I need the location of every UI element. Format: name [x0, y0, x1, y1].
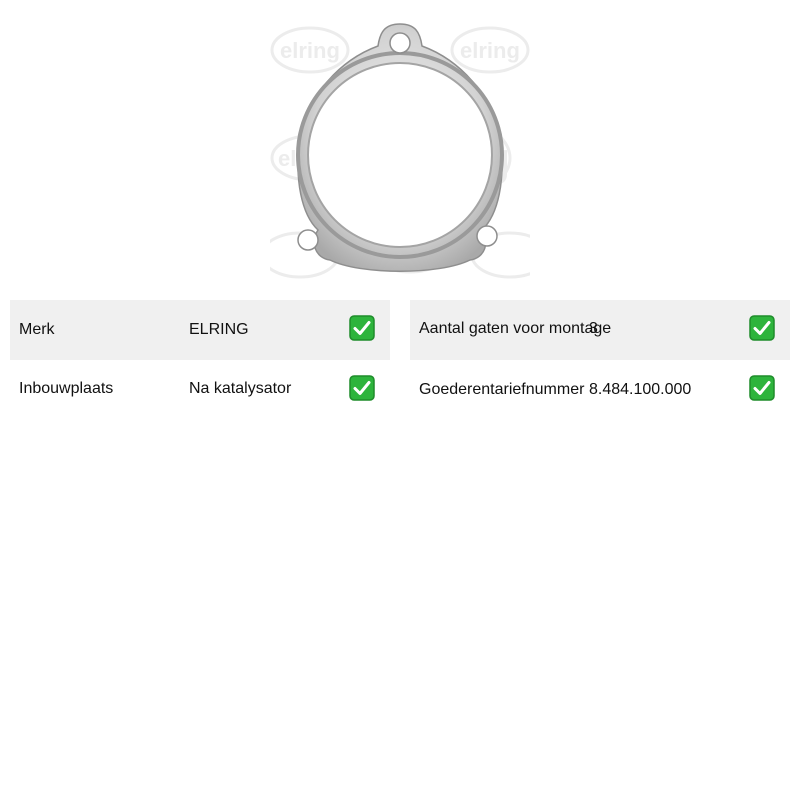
svg-text:elring: elring [460, 38, 520, 63]
spec-row-brand: Merk ELRING [10, 300, 390, 360]
spec-label: Aantal gaten voor montage [419, 320, 612, 337]
spec-label: Inbouwplaats [19, 380, 114, 397]
check-mark-icon [749, 315, 775, 341]
spec-row-installation-position: Inbouwplaats Na katalysator [10, 360, 390, 420]
gasket-hole-left [297, 229, 319, 251]
check-mark-icon [349, 315, 375, 341]
spec-value: 3 [589, 320, 598, 337]
spec-value: Na katalysator [189, 380, 292, 397]
spec-table-left: Merk ELRING Inbouwplaats Na katalysator [10, 300, 390, 420]
check-mark-icon [749, 375, 775, 401]
spec-table-right: Aantal gaten voor montage 3 Goederentari… [410, 300, 790, 420]
product-image: elring elring elring elring elring elrin… [270, 10, 530, 290]
gasket-inner-opening [307, 62, 493, 248]
spec-row-tariff-number: Goederentariefnummer 8.484.100.000 [410, 360, 790, 420]
product-page: elring elring elring elring elring elrin… [0, 0, 800, 800]
spec-value: ELRING [189, 321, 249, 338]
svg-text:elring: elring [280, 38, 340, 63]
spec-label: Goederentariefnummer [419, 381, 585, 398]
spec-row-mounting-holes: Aantal gaten voor montage 3 [410, 300, 790, 360]
gasket-hole-top [389, 32, 411, 54]
check-mark-icon [349, 375, 375, 401]
spec-value: 8.484.100.000 [589, 381, 692, 398]
gasket-hole-right [476, 225, 498, 247]
spec-label: Merk [19, 321, 55, 338]
